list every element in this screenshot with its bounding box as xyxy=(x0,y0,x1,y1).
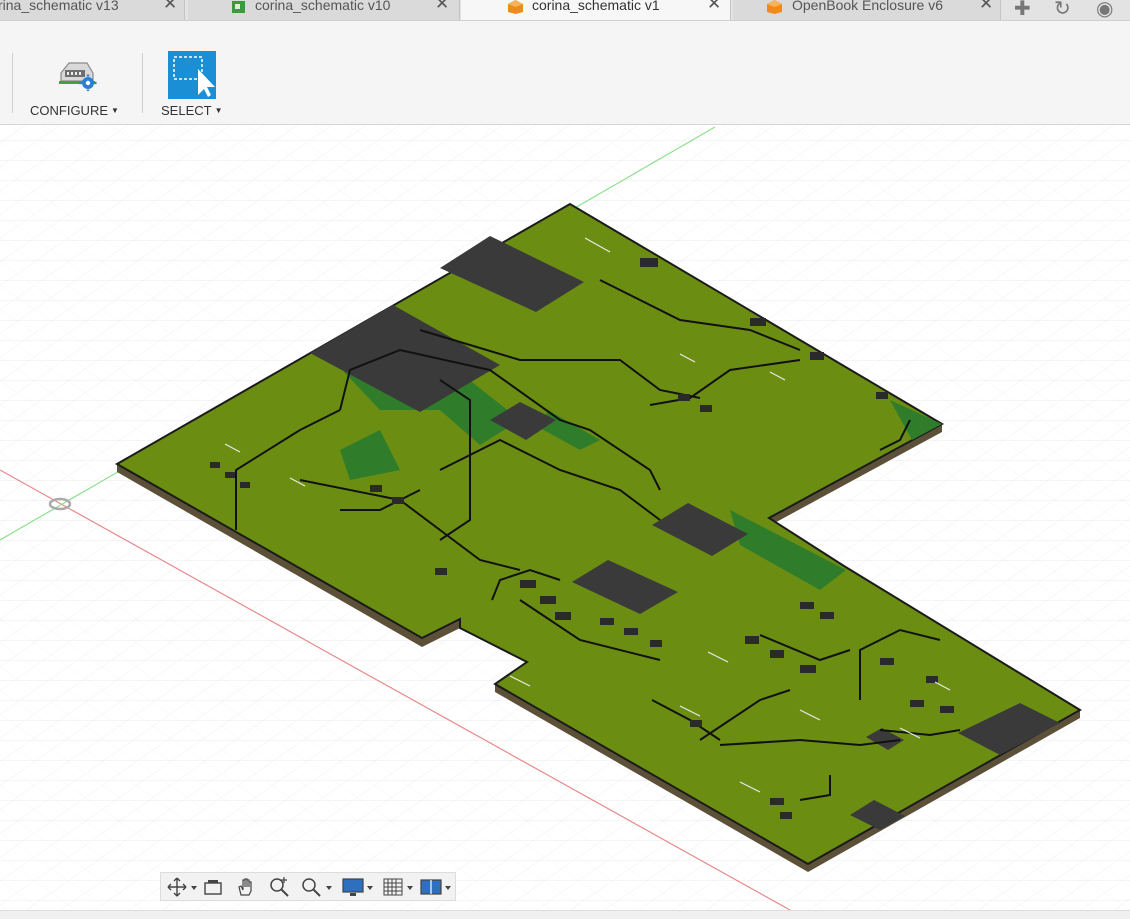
tab-corina-schematic-v10[interactable]: corina_schematic v10 ✕ xyxy=(188,0,460,20)
navigation-bar xyxy=(160,872,456,901)
close-icon[interactable]: ✕ xyxy=(435,0,449,12)
part-icon xyxy=(508,0,523,14)
part-icon xyxy=(767,0,782,14)
tab-corina-schematic-v1[interactable]: corina_schematic v1 ✕ xyxy=(461,0,731,20)
tab-label: OpenBook Enclosure v6 xyxy=(792,0,943,13)
ribbon-toolbar: CONFIGURE ▼ SELECT ▼ xyxy=(0,21,1130,125)
display-settings-icon[interactable] xyxy=(341,875,377,899)
toolbar-divider xyxy=(142,53,143,113)
pcb-icon xyxy=(232,1,245,13)
orbit-icon[interactable] xyxy=(165,875,199,899)
select-label[interactable]: SELECT ▼ xyxy=(161,103,223,118)
look-at-icon[interactable] xyxy=(201,875,225,899)
configure-gear-icon xyxy=(59,62,97,91)
pcb-model-view[interactable] xyxy=(0,125,1130,910)
select-cursor-icon xyxy=(173,56,215,97)
zoom-icon[interactable] xyxy=(267,875,291,899)
document-tab-bar: rina_schematic v13 ✕ corina_schematic v1… xyxy=(0,0,1130,21)
zoom-window-icon[interactable] xyxy=(299,875,335,899)
plus-icon[interactable]: ✚ xyxy=(1014,0,1031,21)
close-icon[interactable]: ✕ xyxy=(707,0,721,12)
tab-label: rina_schematic v13 xyxy=(0,0,119,13)
refresh-icon[interactable]: ↻ xyxy=(1054,0,1071,21)
tab-rina-schematic-v13[interactable]: rina_schematic v13 ✕ xyxy=(0,0,185,20)
configure-label[interactable]: CONFIGURE ▼ xyxy=(30,103,119,118)
close-icon[interactable]: ✕ xyxy=(163,0,177,12)
tab-label: corina_schematic v1 xyxy=(532,0,660,13)
grid-settings-icon[interactable] xyxy=(381,875,417,899)
toolbar-divider xyxy=(12,53,13,113)
select-text: SELECT xyxy=(161,103,212,118)
account-icon[interactable]: ◉ xyxy=(1096,0,1113,21)
configure-text: CONFIGURE xyxy=(30,103,108,118)
viewports-icon[interactable] xyxy=(419,875,455,899)
tab-openbook-enclosure-v6[interactable]: OpenBook Enclosure v6 ✕ xyxy=(733,0,1001,20)
select-button[interactable] xyxy=(168,51,216,99)
pan-icon[interactable] xyxy=(234,875,258,899)
tab-label: corina_schematic v10 xyxy=(255,0,391,13)
close-icon[interactable]: ✕ xyxy=(979,0,993,12)
chevron-down-icon: ▼ xyxy=(214,106,223,115)
chevron-down-icon: ▼ xyxy=(111,106,119,115)
3d-canvas[interactable] xyxy=(0,125,1130,910)
